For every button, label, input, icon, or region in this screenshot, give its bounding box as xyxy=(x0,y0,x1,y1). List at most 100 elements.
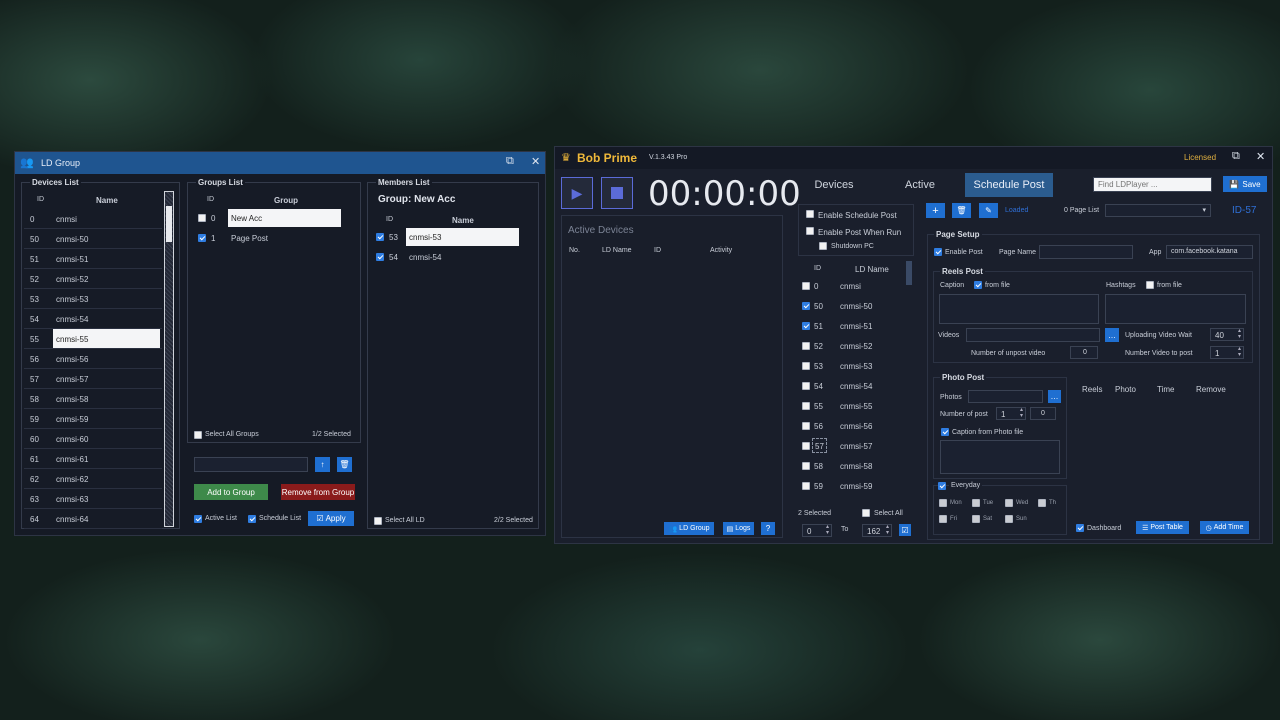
close-icon[interactable]: ✕ xyxy=(531,155,540,168)
day-checkbox[interactable] xyxy=(1005,499,1013,507)
range-to-input[interactable]: 162 xyxy=(862,524,892,537)
tab-schedule-post[interactable]: Schedule Post xyxy=(965,173,1053,197)
schedule-device-row[interactable]: 51 cnmsi-51 xyxy=(798,316,908,336)
device-checkbox[interactable] xyxy=(802,282,810,290)
day-checkbox[interactable] xyxy=(972,515,980,523)
select-all-checkbox[interactable] xyxy=(862,509,870,517)
device-name-cell[interactable]: cnmsi-55 xyxy=(53,329,160,348)
device-row[interactable]: 52 cnmsi-52 xyxy=(24,269,162,289)
device-row[interactable]: 0 cnmsi xyxy=(24,209,162,229)
group-name-input[interactable] xyxy=(194,457,308,472)
schedule-device-row[interactable]: 0 cnmsi xyxy=(798,276,908,296)
unpost-input[interactable]: 0 xyxy=(1070,346,1098,359)
device-name-cell[interactable]: cnmsi-63 xyxy=(53,489,160,508)
device-row[interactable]: 51 cnmsi-51 xyxy=(24,249,162,269)
logs-button[interactable]: ▤ Logs xyxy=(723,522,754,535)
browse-photos-button[interactable]: … xyxy=(1048,390,1061,403)
schedule-device-row[interactable]: 56 cnmsi-56 xyxy=(798,416,908,436)
day-checkbox[interactable] xyxy=(972,499,980,507)
device-row[interactable]: 55 cnmsi-55 xyxy=(24,329,162,349)
day-checkbox[interactable] xyxy=(1038,499,1046,507)
add-page-button[interactable]: + xyxy=(926,203,945,218)
devices-scrollbar[interactable] xyxy=(164,191,174,527)
dashboard-checkbox[interactable] xyxy=(1076,524,1084,532)
find-ldplayer-input[interactable] xyxy=(1093,177,1212,192)
add-to-group-button[interactable]: Add to Group xyxy=(194,484,268,500)
day-checkbox[interactable] xyxy=(939,499,947,507)
select-all-groups-checkbox[interactable] xyxy=(194,431,202,439)
app-input[interactable]: com.facebook.katana xyxy=(1166,245,1253,259)
device-name-cell[interactable]: cnmsi-52 xyxy=(53,269,160,288)
device-name-cell[interactable]: cnmsi-64 xyxy=(53,509,160,528)
device-checkbox[interactable] xyxy=(802,302,810,310)
device-checkbox[interactable] xyxy=(802,442,810,450)
device-row[interactable]: 64 cnmsi-64 xyxy=(24,509,162,529)
device-row[interactable]: 54 cnmsi-54 xyxy=(24,309,162,329)
device-row[interactable]: 50 cnmsi-50 xyxy=(24,229,162,249)
schedule-device-row[interactable]: 55 cnmsi-55 xyxy=(798,396,908,416)
enable-schedule-checkbox[interactable] xyxy=(806,210,814,218)
tab-active[interactable]: Active xyxy=(877,173,963,197)
num-post-input[interactable]: 1 xyxy=(996,407,1026,420)
edit-icon[interactable]: ⧉ xyxy=(506,155,514,168)
device-checkbox[interactable] xyxy=(802,402,810,410)
day-checkbox[interactable] xyxy=(939,515,947,523)
photos-input[interactable] xyxy=(968,390,1043,403)
device-row[interactable]: 63 cnmsi-63 xyxy=(24,489,162,509)
device-name-cell[interactable]: cnmsi-59 xyxy=(53,409,160,428)
caption-photo-checkbox[interactable] xyxy=(941,428,949,436)
delete-group-button[interactable]: 🗑 xyxy=(337,457,352,472)
device-name-cell[interactable]: cnmsi-60 xyxy=(53,429,160,448)
device-checkbox[interactable] xyxy=(802,382,810,390)
device-name-cell[interactable]: cnmsi-61 xyxy=(53,449,160,468)
device-name-cell[interactable]: cnmsi-50 xyxy=(53,229,160,248)
shutdown-checkbox[interactable] xyxy=(819,242,827,250)
active-list-checkbox[interactable] xyxy=(194,515,202,523)
device-name-cell[interactable]: cnmsi-57 xyxy=(53,369,160,388)
schedule-device-row[interactable]: 57 cnmsi-57 xyxy=(798,436,908,456)
hashtags-from-file-checkbox[interactable] xyxy=(1146,281,1154,289)
ld-group-button[interactable]: 👥 LD Group xyxy=(664,522,714,535)
enable-post-run-checkbox[interactable] xyxy=(806,227,814,235)
caption-textarea[interactable] xyxy=(939,294,1099,324)
device-row[interactable]: 57 cnmsi-57 xyxy=(24,369,162,389)
device-name-cell[interactable]: cnmsi-54 xyxy=(53,309,160,328)
device-checkbox[interactable] xyxy=(802,482,810,490)
tab-devices[interactable]: Devices xyxy=(791,173,877,197)
member-checkbox[interactable] xyxy=(376,233,384,241)
videos-input[interactable] xyxy=(966,328,1100,342)
hashtags-textarea[interactable] xyxy=(1105,294,1246,324)
page-list-select[interactable]: ▾ xyxy=(1105,204,1211,217)
device-name-cell[interactable]: cnmsi xyxy=(53,209,160,228)
scrollbar-thumb[interactable] xyxy=(166,206,172,242)
device-name-cell[interactable]: cnmsi-62 xyxy=(53,469,160,488)
schedule-device-row[interactable]: 59 cnmsi-59 xyxy=(798,476,908,496)
group-row[interactable]: 1 Page Post xyxy=(190,228,358,248)
schedule-list-checkbox[interactable] xyxy=(248,515,256,523)
device-row[interactable]: 58 cnmsi-58 xyxy=(24,389,162,409)
upload-wait-input[interactable]: 40 xyxy=(1210,328,1244,341)
device-checkbox[interactable] xyxy=(802,362,810,370)
post-table-button[interactable]: ☰ Post Table xyxy=(1136,521,1189,534)
apply-button[interactable]: ☑ Apply xyxy=(308,511,354,526)
member-checkbox[interactable] xyxy=(376,253,384,261)
device-checkbox[interactable] xyxy=(802,462,810,470)
device-name-cell[interactable]: cnmsi-51 xyxy=(53,249,160,268)
select-all-ld-checkbox[interactable] xyxy=(374,517,382,525)
apply-range-button[interactable]: ☑ xyxy=(899,524,911,536)
help-button[interactable]: ? xyxy=(761,522,775,535)
edit-icon[interactable]: ⧉ xyxy=(1232,150,1240,163)
add-time-button[interactable]: ◷ Add Time xyxy=(1200,521,1249,534)
device-checkbox[interactable] xyxy=(802,342,810,350)
device-name-cell[interactable]: cnmsi-58 xyxy=(53,389,160,408)
num-post-secondary-input[interactable]: 0 xyxy=(1030,407,1056,420)
num-video-input[interactable]: 1 xyxy=(1210,346,1244,359)
save-button[interactable]: 💾 Save xyxy=(1223,176,1267,192)
device-name-cell[interactable]: cnmsi-53 xyxy=(53,289,160,308)
schedule-device-row[interactable]: 58 cnmsi-58 xyxy=(798,456,908,476)
enable-post-checkbox[interactable] xyxy=(934,248,942,256)
device-checkbox[interactable] xyxy=(802,422,810,430)
schedule-device-row[interactable]: 50 cnmsi-50 xyxy=(798,296,908,316)
device-row[interactable]: 61 cnmsi-61 xyxy=(24,449,162,469)
stop-button[interactable] xyxy=(601,177,633,209)
